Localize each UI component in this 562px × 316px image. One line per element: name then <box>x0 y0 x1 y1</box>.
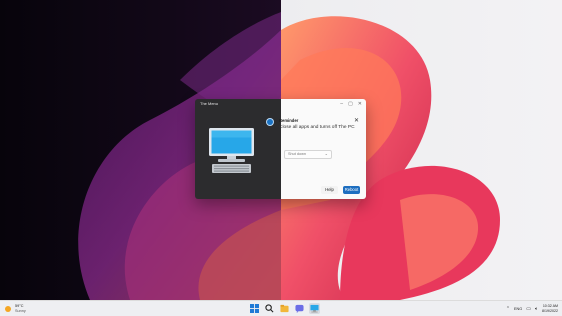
info-icon <box>267 119 273 125</box>
reminder-notice: Reminder Close all apps and turns off Th… <box>267 118 359 136</box>
dialog-left-pane: The Menu <box>195 99 281 199</box>
system-tray: ⌃ ENG ▭ 🔈︎ 10:32 AM 8/19/2022 <box>506 303 558 315</box>
dismiss-reminder-icon[interactable]: ✕ <box>354 117 359 124</box>
the-menu-app-icon[interactable] <box>309 303 320 314</box>
the-menu-dialog: The Menu – ▢ ✕ Reminder Close all apps a… <box>195 99 366 199</box>
start-icon[interactable] <box>249 303 260 314</box>
weather-widget[interactable]: 59°C Sunny <box>4 303 44 315</box>
weather-condition: Sunny <box>15 309 26 313</box>
weather-temperature: 59°C <box>15 304 24 308</box>
power-action-select[interactable]: Shut down ⌄ <box>284 150 332 159</box>
display-icon[interactable]: ▭ <box>526 306 531 312</box>
clock-date: 8/19/2022 <box>542 309 558 313</box>
dialog-right-pane <box>281 99 366 199</box>
taskbar-apps <box>249 303 320 314</box>
close-icon[interactable]: ✕ <box>358 101 362 107</box>
window-title: The Menu <box>200 101 219 106</box>
reboot-button[interactable]: Reboot <box>343 186 360 194</box>
file-explorer-icon[interactable] <box>279 303 290 314</box>
search-icon[interactable] <box>264 303 275 314</box>
chevron-up-icon[interactable]: ⌃ <box>506 306 510 312</box>
reminder-title: Reminder <box>279 118 299 123</box>
maximize-icon[interactable]: ▢ <box>348 101 353 107</box>
taskbar: 59°C Sunny ⌃ ENG ▭ 🔈︎ 10:32 AM 8/19/2022 <box>0 300 562 316</box>
power-action-value: Shut down <box>288 152 306 157</box>
input-language[interactable]: ENG <box>514 307 522 311</box>
sun-icon <box>5 306 11 312</box>
clock[interactable]: 10:32 AM 8/19/2022 <box>542 304 558 314</box>
chevron-down-icon: ⌄ <box>324 151 328 156</box>
chat-icon[interactable] <box>294 303 305 314</box>
reminder-message: Close all apps and turns off The PC <box>279 125 355 130</box>
speaker-icon[interactable]: 🔈︎ <box>535 306 538 312</box>
computer-icon <box>209 128 254 173</box>
help-button[interactable]: Help <box>321 186 338 194</box>
minimize-icon[interactable]: – <box>340 101 343 107</box>
window-controls: – ▢ ✕ <box>340 101 362 107</box>
